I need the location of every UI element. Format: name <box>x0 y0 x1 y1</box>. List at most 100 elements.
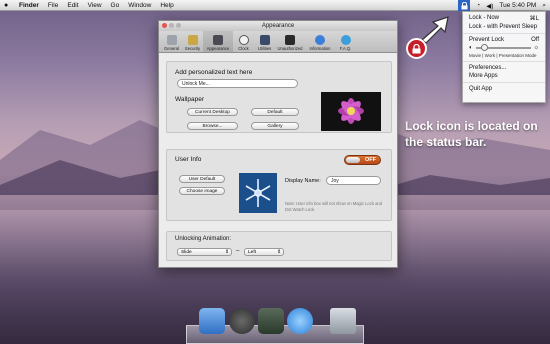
mission-control-icon[interactable] <box>258 308 284 334</box>
prevent-lock-state: Off <box>531 37 539 43</box>
info-icon <box>315 35 325 45</box>
app-store-icon[interactable] <box>287 308 313 334</box>
time-machine-icon[interactable]: ◔ <box>476 2 480 9</box>
lock-now-shortcut: ⌘L <box>529 16 539 22</box>
menu-edit[interactable]: Edit <box>67 2 78 9</box>
menu-app-name[interactable]: Finder <box>19 2 39 9</box>
window-title: Appearance <box>261 23 295 29</box>
spy-icon <box>285 35 295 45</box>
sun-icon: ☼ <box>533 45 540 51</box>
animation-heading: Unlocking Animation: <box>175 236 232 242</box>
display-name-label: Display Name: <box>285 178 321 184</box>
moon-icon: ◐ <box>469 45 473 51</box>
wallpaper-preview[interactable] <box>321 92 381 131</box>
tab-faq-label: F.A.Q. <box>339 46 352 51</box>
choose-image-button[interactable]: Choose image <box>179 187 225 195</box>
minimize-button[interactable] <box>169 23 174 28</box>
launchpad-icon[interactable] <box>229 308 255 334</box>
utilities-icon <box>259 35 270 45</box>
tab-general-label: General <box>164 46 179 51</box>
menu-item-lock-now[interactable]: Lock - Now ⌘L <box>463 14 545 23</box>
menu-go[interactable]: Go <box>111 2 120 9</box>
menu-view[interactable]: View <box>88 2 102 9</box>
user-info-toggle[interactable]: OFF <box>344 155 381 165</box>
animation-section: Unlocking Animation: Slide ⇕ – Left ⇕ <box>166 231 392 261</box>
user-avatar-image <box>239 173 277 213</box>
status-menu-dropdown: Lock - Now ⌘L Lock - with Prevent Sleep … <box>462 11 546 103</box>
menu-item-prevent-lock: Prevent Lock Off <box>463 36 545 44</box>
preferences-label: Preferences... <box>469 65 507 71</box>
tab-unauthorized-label: Unauthorized <box>277 46 303 51</box>
appearance-window: Appearance General Security Appearance C… <box>158 20 398 268</box>
prevent-lock-slider-row: ◐ ☼ <box>463 44 545 52</box>
red-lock-badge-icon <box>406 38 427 59</box>
tab-appearance[interactable]: Appearance <box>203 31 233 52</box>
volume-icon[interactable]: ◀) <box>486 2 493 10</box>
text-wallpaper-section: Add personalized text here Unlock Me... … <box>166 61 392 133</box>
appearance-icon <box>213 35 223 45</box>
toggle-state-label: OFF <box>365 157 376 163</box>
tab-information-label: Information <box>309 46 331 51</box>
tab-utilities[interactable]: Utilities <box>254 31 275 52</box>
animation-direction-value: Left <box>248 249 257 255</box>
current-desktop-button[interactable]: Current Desktop <box>187 108 238 116</box>
prevent-lock-modes: Movie | Work | Presentation Mode <box>469 53 537 58</box>
wallpaper-heading: Wallpaper <box>175 96 205 103</box>
question-icon <box>340 35 351 45</box>
tab-utilities-label: Utilities <box>257 46 272 51</box>
menu-window[interactable]: Window <box>128 2 151 9</box>
tab-clock-label: Clock <box>238 46 249 51</box>
menu-item-lock-prevent-sleep[interactable]: Lock - with Prevent Sleep <box>463 23 545 31</box>
menu-clock[interactable]: Tue 5:40 PM <box>499 2 536 9</box>
apple-menu-icon[interactable]: ● <box>4 2 12 9</box>
close-button[interactable] <box>162 23 167 28</box>
select-arrows-icon: ⇕ <box>276 249 281 255</box>
prevent-lock-slider[interactable] <box>475 44 531 51</box>
caption-text: Lock icon is located on the status bar. <box>405 119 538 149</box>
toggle-knob <box>346 157 360 163</box>
display-name-input[interactable]: Joy <box>326 176 381 185</box>
prevent-lock-label: Prevent Lock <box>469 37 505 43</box>
personalized-text-input[interactable]: Unlock Me... <box>177 79 298 88</box>
menu-separator <box>463 61 545 62</box>
menu-item-more-apps[interactable]: More Apps <box>463 72 545 80</box>
tab-faq[interactable]: F.A.Q. <box>335 31 356 52</box>
menu-item-preferences[interactable]: Preferences... <box>463 64 545 72</box>
preferences-toolbar: General Security Appearance Clock Utilit… <box>159 31 397 53</box>
animation-direction-select[interactable]: Left ⇕ <box>244 248 284 256</box>
lock-now-label: Lock - Now <box>469 15 500 21</box>
default-wallpaper-button[interactable]: Default <box>251 108 299 116</box>
menu-separator <box>463 82 545 83</box>
clock-icon <box>238 35 249 45</box>
animation-style-value: Slide <box>181 249 192 255</box>
tab-security-label: Security <box>184 46 201 51</box>
user-default-button[interactable]: User Default <box>179 175 225 183</box>
user-info-section: User Info OFF User Default Choose image … <box>166 149 392 221</box>
browse-wallpaper-button[interactable]: Browse... <box>187 122 238 130</box>
menu-item-quit[interactable]: Quit App <box>463 85 545 93</box>
more-apps-label: More Apps <box>469 73 498 79</box>
tab-general[interactable]: General <box>161 31 182 52</box>
menu-file[interactable]: File <box>48 2 58 9</box>
lock-prevent-sleep-label: Lock - with Prevent Sleep <box>469 24 538 30</box>
menu-bar: ● Finder File Edit View Go Window Help ◔… <box>0 0 550 11</box>
menu-separator <box>463 33 545 34</box>
animation-style-select[interactable]: Slide ⇕ <box>177 248 232 256</box>
user-info-heading: User Info <box>175 156 202 163</box>
window-titlebar: Appearance <box>159 21 397 31</box>
tab-clock[interactable]: Clock <box>233 31 254 52</box>
trash-icon[interactable] <box>330 308 356 334</box>
tab-information[interactable]: Information <box>305 31 335 52</box>
zoom-button[interactable] <box>176 23 181 28</box>
tab-unauthorized[interactable]: Unauthorized <box>275 31 305 52</box>
spotlight-icon[interactable]: ⌕ <box>542 2 546 10</box>
personalized-text-heading: Add personalized text here <box>175 69 253 76</box>
tab-security[interactable]: Security <box>182 31 203 52</box>
slider-knob[interactable] <box>481 44 489 51</box>
status-lock-icon[interactable] <box>458 0 471 11</box>
switch-icon <box>166 35 177 45</box>
gallery-button[interactable]: Gallery <box>251 122 299 130</box>
menu-help[interactable]: Help <box>160 2 173 9</box>
quit-label: Quit App <box>469 86 493 92</box>
finder-icon[interactable] <box>199 308 225 334</box>
